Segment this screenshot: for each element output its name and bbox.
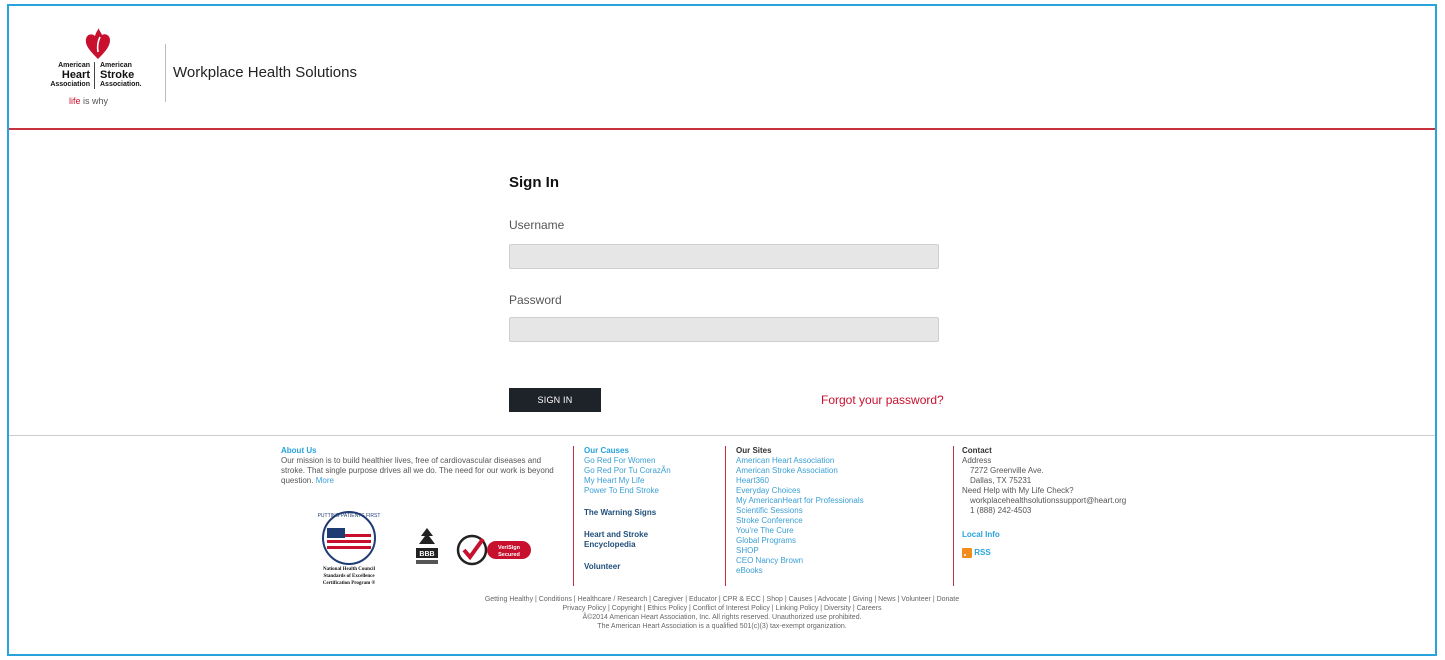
contact-help: Need Help with My Life Check? (962, 486, 1074, 495)
sites-link[interactable]: Scientific Sessions (736, 506, 946, 516)
sites-link[interactable]: eBooks (736, 566, 946, 576)
footer-about: About Us Our mission is to build healthi… (281, 446, 559, 486)
contact-address-label: Address (962, 456, 992, 465)
npf-line3: Certification Program ® (323, 580, 376, 586)
sites-link[interactable]: My AmericanHeart for Professionals (736, 496, 946, 506)
password-input[interactable] (509, 317, 939, 342)
sites-link[interactable]: Stroke Conference (736, 516, 946, 526)
logo-tagline: life is why (69, 96, 108, 106)
tax-exempt-text: The American Heart Association is a qual… (597, 623, 847, 630)
sites-link[interactable]: You're The Cure (736, 526, 946, 536)
forgot-password-link[interactable]: Forgot your password? (821, 393, 944, 407)
logo-right-line3: Association. (100, 81, 142, 88)
footer-divider-3 (953, 446, 954, 586)
sites-link[interactable]: American Stroke Association (736, 466, 946, 476)
signin-form: Sign In Username Password SIGN IN Forgot… (509, 174, 944, 412)
footer-separator (9, 435, 1435, 436)
npf-line2: Standards of Excellence (323, 574, 375, 579)
site-header: American Heart Association American Stro… (9, 6, 1435, 130)
contact-email[interactable]: workplacehealthsolutionssupport@heart.or… (962, 496, 1182, 506)
verisign-line2: Secured (498, 552, 520, 558)
page-frame: American Heart Association American Stro… (7, 4, 1437, 656)
password-label: Password (509, 293, 562, 307)
causes-link[interactable]: Go Red For Women (584, 456, 724, 466)
npf-top-text: PUTTING PATIENTS FIRST (318, 513, 381, 519)
footer-divider-1 (573, 446, 574, 586)
footer-sites: Our Sites American Heart Association Ame… (736, 446, 946, 576)
bbb-badge[interactable]: BBB (412, 526, 442, 572)
sites-link[interactable]: American Heart Association (736, 456, 946, 466)
about-heading[interactable]: About Us (281, 446, 559, 456)
footer-nav-links[interactable]: Getting Healthy | Conditions | Healthcar… (9, 596, 1435, 604)
page-title: Workplace Health Solutions (173, 64, 357, 81)
contact-phone: 1 (888) 242-4503 (970, 506, 1032, 515)
username-input[interactable] (509, 244, 939, 269)
sites-link[interactable]: Everyday Choices (736, 486, 946, 496)
footer-divider-2 (725, 446, 726, 586)
national-health-council-badge: PUTTING PATIENTS FIRST National Health C… (318, 511, 381, 586)
tagline-rest: is why (80, 96, 109, 106)
tagline-life: life (69, 96, 81, 106)
causes-link[interactable]: Power To End Stroke (584, 486, 724, 496)
volunteer-link[interactable]: Volunteer (584, 562, 724, 572)
encyclopedia-link[interactable]: Heart and Stroke Encyclopedia (584, 530, 684, 550)
warning-signs-link[interactable]: The Warning Signs (584, 508, 724, 518)
causes-link[interactable]: My Heart My Life (584, 476, 724, 486)
sites-link[interactable]: CEO Nancy Brown (736, 556, 946, 566)
rss-link[interactable]: RSS (962, 548, 1182, 558)
footer-policy-links[interactable]: Privacy Policy | Copyright | Ethics Poli… (9, 605, 1435, 613)
footer-contact: Contact Address 7272 Greenville Ave. Dal… (962, 446, 1182, 558)
signin-heading: Sign In (509, 174, 559, 191)
aha-asa-logo[interactable]: American Heart Association American Stro… (33, 28, 163, 118)
logo-left-line3: Association (50, 81, 90, 88)
sites-heading: Our Sites (736, 446, 772, 455)
local-info-link[interactable]: Local Info (962, 530, 1182, 540)
causes-link[interactable]: Go Red Por Tu CorazÃn (584, 466, 724, 476)
rss-label: RSS (974, 548, 991, 558)
verisign-secured-badge[interactable]: VeriSign Secured (455, 533, 535, 567)
username-label: Username (509, 218, 565, 232)
header-divider (165, 44, 166, 102)
npf-line1: National Health Council (323, 567, 376, 572)
bbb-text: BBB (419, 551, 434, 558)
verisign-line1: VeriSign (498, 545, 521, 551)
rss-icon (962, 548, 972, 558)
logo-right-line2: Stroke (100, 69, 135, 81)
sites-link[interactable]: Heart360 (736, 476, 946, 486)
logo-left-line2: Heart (61, 69, 90, 81)
sites-link[interactable]: SHOP (736, 546, 946, 556)
footer-causes: Our Causes Go Red For Women Go Red Por T… (584, 446, 724, 572)
sign-in-button[interactable]: SIGN IN (509, 388, 601, 412)
contact-heading: Contact (962, 446, 992, 455)
heart-torch-icon (85, 28, 110, 59)
copyright-text: Â©2014 American Heart Association, Inc. … (582, 614, 862, 621)
contact-city: Dallas, TX 75231 (970, 476, 1032, 485)
causes-heading[interactable]: Our Causes (584, 446, 724, 456)
contact-street: 7272 Greenville Ave. (970, 466, 1044, 475)
about-more-link[interactable]: More (316, 476, 334, 485)
sites-link[interactable]: Global Programs (736, 536, 946, 546)
